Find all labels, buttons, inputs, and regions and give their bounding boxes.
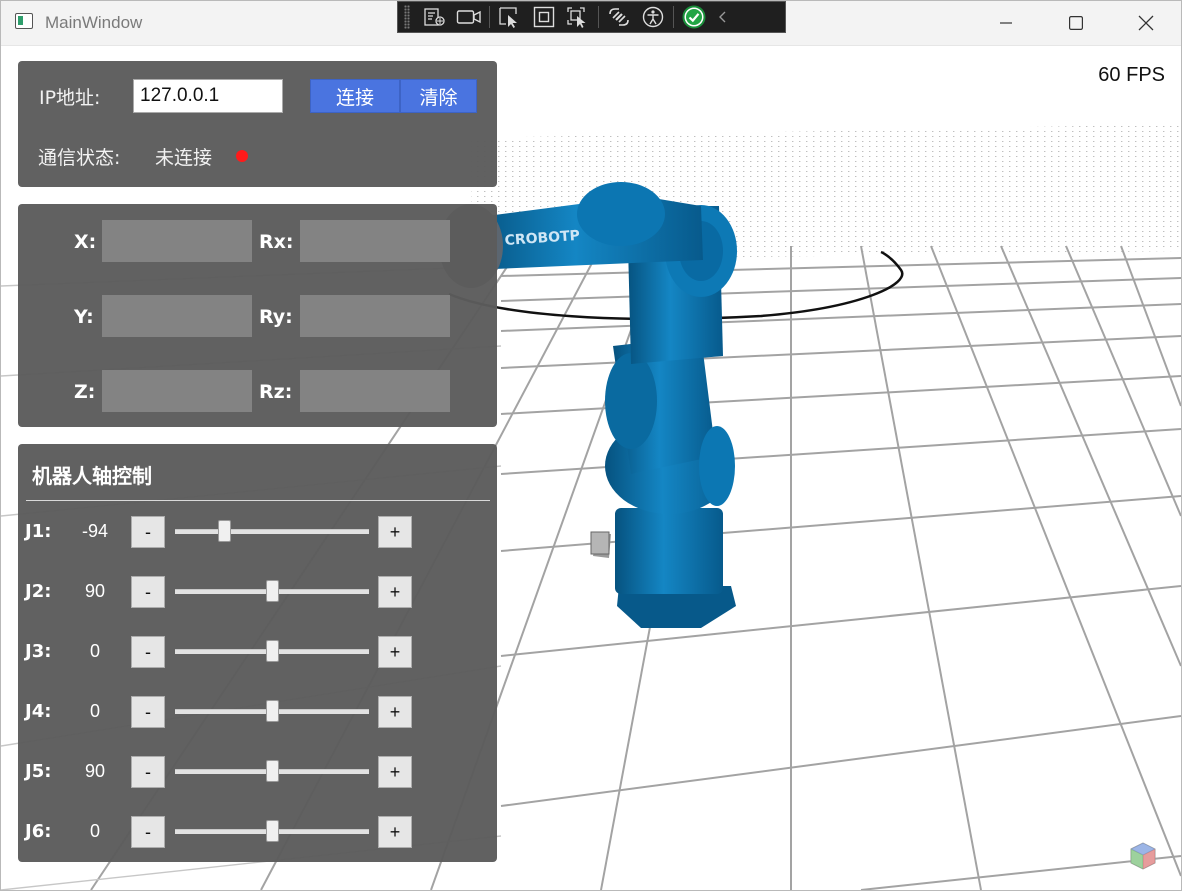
toolbar-separator [673, 6, 674, 28]
j1-decrement-button[interactable]: - [131, 516, 165, 548]
joint-row-j3: J3: 0 - + [18, 632, 497, 672]
joint-name: J2: [25, 581, 52, 602]
maximize-button[interactable] [1041, 1, 1111, 45]
axis-control-panel: 机器人轴控制 J1: -94 - + J2: 90 - + J3: 0 - + … [18, 444, 497, 862]
status-value: 未连接 [155, 147, 213, 169]
minimize-button[interactable] [971, 1, 1041, 45]
rx-label: Rx: [259, 231, 294, 253]
select-element-icon [499, 7, 517, 28]
j1-slider[interactable] [175, 529, 369, 534]
layout-adorner-icon [533, 6, 555, 28]
joint-name: J1: [25, 521, 52, 542]
binding-failures-button[interactable] [602, 3, 636, 31]
j5-slider-thumb[interactable] [265, 760, 279, 782]
status-indicator-icon [236, 150, 248, 162]
record-button[interactable] [452, 3, 486, 31]
x-label: X: [74, 231, 97, 253]
j2-slider-thumb[interactable] [265, 580, 279, 602]
clear-button[interactable]: 清除 [400, 79, 477, 113]
j5-increment-button[interactable]: + [378, 756, 412, 788]
axis-control-title: 机器人轴控制 [32, 464, 152, 488]
connect-button[interactable]: 连接 [310, 79, 400, 113]
toolbar-grip-icon[interactable] [404, 5, 410, 29]
check-circle-icon [682, 5, 706, 29]
j2-decrement-button[interactable]: - [131, 576, 165, 608]
connection-panel: IP地址: 127.0.0.1 连接 清除 通信状态: 未连接 [18, 61, 497, 187]
ry-field[interactable] [300, 295, 450, 337]
joint-name: J5: [25, 761, 52, 782]
j2-increment-button[interactable]: + [378, 576, 412, 608]
joint-row-j6: J6: 0 - + [18, 812, 497, 852]
window-title: MainWindow [45, 13, 143, 32]
chevron-left-icon [719, 11, 726, 23]
rz-field[interactable] [300, 370, 450, 412]
x-field[interactable] [102, 220, 252, 262]
joint-value: 90 [84, 581, 106, 601]
close-icon [1138, 15, 1154, 31]
track-focused-element-button[interactable] [561, 3, 595, 31]
j3-increment-button[interactable]: + [378, 636, 412, 668]
pose-panel: X: Rx: Y: Ry: Z: Rz: [18, 204, 497, 427]
main-window: MainWindow CROBOTP 60 FPS IP地址: 127.0.0.… [0, 0, 1182, 891]
display-layout-adorners-button[interactable] [527, 3, 561, 31]
joint-name: J6: [25, 821, 52, 842]
close-button[interactable] [1111, 1, 1181, 45]
joint-row-j1: J1: -94 - + [18, 512, 497, 552]
live-visual-tree-icon [424, 8, 445, 26]
j1-increment-button[interactable]: + [378, 516, 412, 548]
app-icon [15, 13, 33, 29]
j3-decrement-button[interactable]: - [131, 636, 165, 668]
j4-slider-thumb[interactable] [265, 700, 279, 722]
joint-name: J4: [25, 701, 52, 722]
joint-value: -94 [81, 521, 108, 541]
accessibility-icon [642, 6, 664, 28]
joint-value: 0 [89, 821, 100, 841]
y-field[interactable] [102, 295, 252, 337]
view-cube-icon[interactable] [1127, 840, 1159, 872]
camera-icon [456, 10, 481, 24]
joint-row-j4: J4: 0 - + [18, 692, 497, 732]
y-label: Y: [74, 306, 94, 328]
j6-slider-thumb[interactable] [265, 820, 279, 842]
select-element-button[interactable] [493, 3, 527, 31]
accessibility-scanner-button[interactable] [636, 3, 670, 31]
hot-reload-status-button[interactable] [677, 3, 711, 31]
toolbar-separator [489, 6, 490, 28]
j1-slider-thumb[interactable] [218, 520, 232, 542]
title-bar[interactable]: MainWindow [1, 1, 1181, 46]
fps-counter: 60 FPS [1098, 64, 1165, 86]
toolbar-separator [598, 6, 599, 28]
rx-field[interactable] [300, 220, 450, 262]
track-focus-icon [567, 7, 586, 28]
divider [26, 500, 490, 501]
joint-value: 90 [84, 761, 106, 781]
z-field[interactable] [102, 370, 252, 412]
j3-slider-thumb[interactable] [265, 640, 279, 662]
joint-row-j5: J5: 90 - + [18, 752, 497, 792]
ry-label: Ry: [259, 306, 293, 328]
j4-increment-button[interactable]: + [378, 696, 412, 728]
maximize-icon [1069, 16, 1083, 30]
status-label: 通信状态: [38, 147, 121, 169]
joint-value: 0 [89, 641, 100, 661]
debug-toolbar [397, 1, 786, 33]
live-visual-tree-button[interactable] [418, 3, 452, 31]
joint-name: J3: [25, 641, 52, 662]
minimize-icon [1000, 22, 1012, 24]
j6-increment-button[interactable]: + [378, 816, 412, 848]
ip-address-input[interactable]: 127.0.0.1 [133, 79, 283, 113]
z-label: Z: [74, 381, 96, 403]
binding-icon [609, 8, 629, 26]
3d-viewport[interactable]: CROBOTP 60 FPS IP地址: 127.0.0.1 连接 清除 通信状… [1, 46, 1181, 890]
joint-value: 0 [89, 701, 100, 721]
collapse-toolbar-button[interactable] [711, 3, 735, 31]
j6-decrement-button[interactable]: - [131, 816, 165, 848]
j4-decrement-button[interactable]: - [131, 696, 165, 728]
joint-row-j2: J2: 90 - + [18, 572, 497, 612]
ip-label: IP地址: [39, 87, 101, 109]
rz-label: Rz: [259, 381, 293, 403]
j5-decrement-button[interactable]: - [131, 756, 165, 788]
